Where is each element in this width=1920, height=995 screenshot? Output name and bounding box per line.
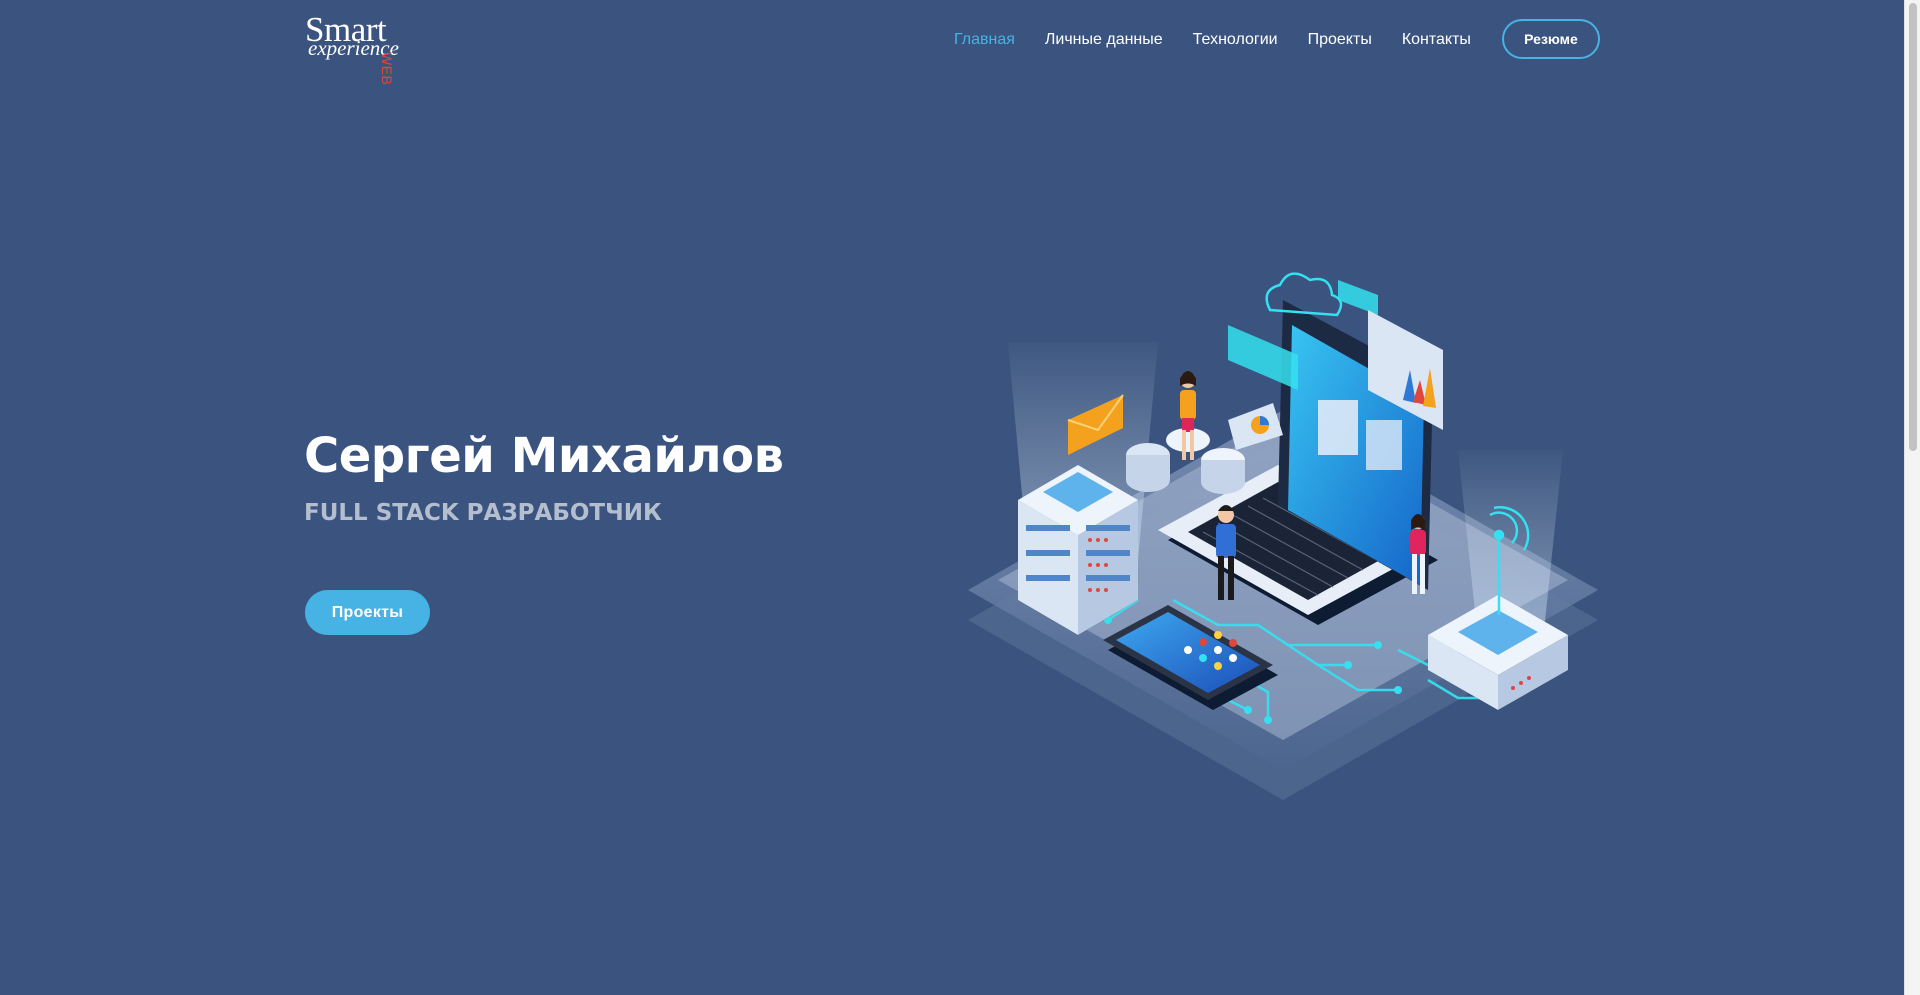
logo-web-text: WEB — [379, 52, 395, 86]
resume-button[interactable]: Резюме — [1502, 19, 1600, 59]
server-stack-left — [1018, 465, 1138, 635]
logo[interactable]: Smart experience WEB — [305, 12, 425, 85]
site-header: Smart experience WEB Главная Личные данн… — [0, 0, 1904, 85]
nav-item-home[interactable]: Главная — [954, 31, 1015, 49]
panel-top-center — [1338, 280, 1378, 315]
nav-item-personal-data[interactable]: Личные данные — [1045, 31, 1163, 49]
nav-item-contacts[interactable]: Контакты — [1402, 31, 1471, 49]
hero-role: FULL STACK РАЗРАБОТЧИК — [304, 500, 662, 526]
hero-illustration — [968, 272, 1598, 800]
scrollbar-thumb[interactable] — [1909, 3, 1917, 451]
hero-name: Сергей Михайлов — [304, 428, 784, 484]
page: Smart experience WEB Главная Личные данн… — [0, 0, 1920, 995]
nav-item-projects[interactable]: Проекты — [1308, 31, 1372, 49]
nav-item-technologies[interactable]: Технологии — [1193, 31, 1278, 49]
projects-cta-button[interactable]: Проекты — [305, 590, 430, 635]
cloud-icon — [1265, 272, 1343, 317]
main-nav: Главная Личные данные Технологии Проекты… — [954, 0, 1501, 80]
page-scrollbar[interactable] — [1904, 0, 1920, 995]
